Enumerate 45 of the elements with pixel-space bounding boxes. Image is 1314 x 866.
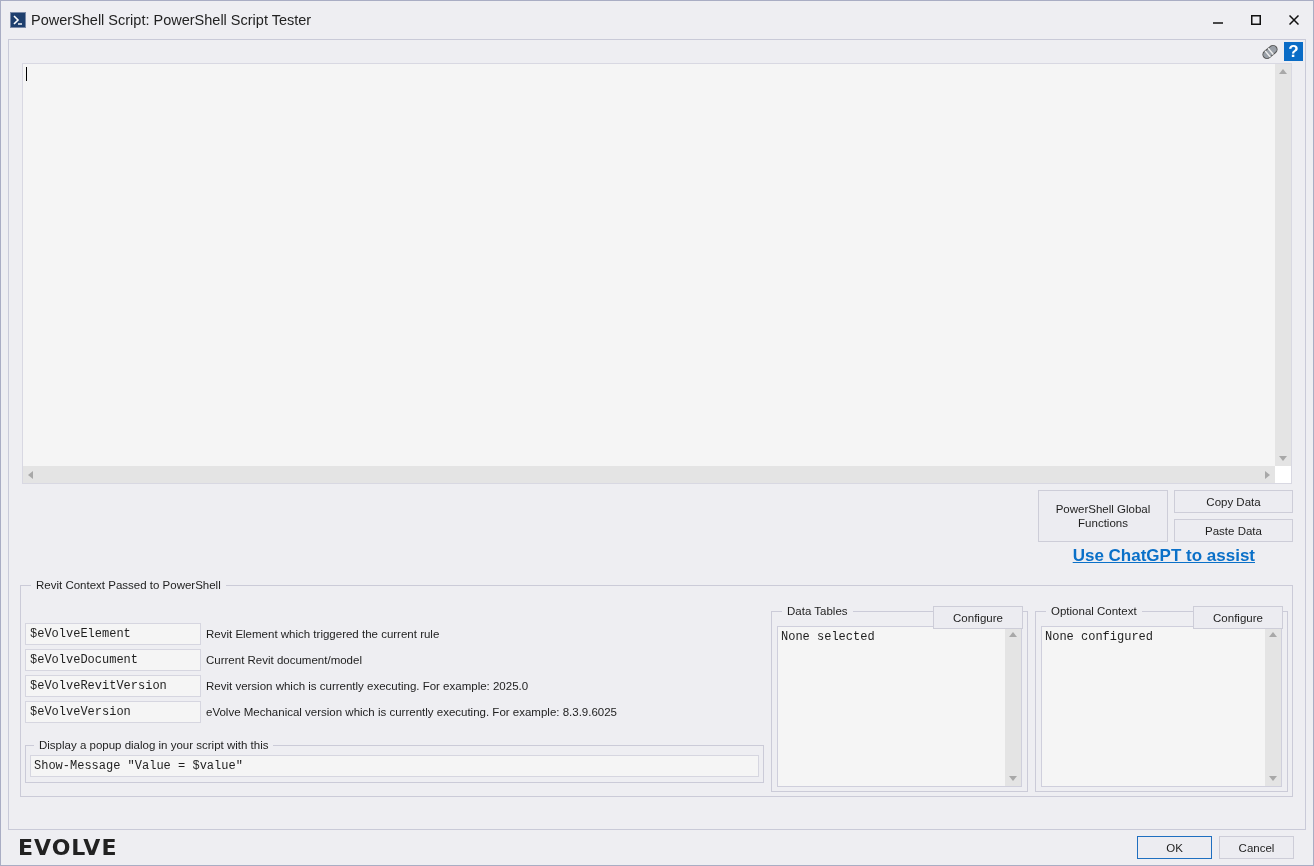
powershell-icon [10,12,26,28]
group-title: Data Tables [786,605,849,617]
list-box[interactable]: None selected [777,626,1022,787]
scroll-down-icon[interactable] [1269,776,1277,781]
paste-button[interactable]: Paste Data [1174,519,1293,542]
variable-field[interactable]: $eVolveDocument [25,649,201,671]
copy-button[interactable]: Copy Data [1174,490,1293,513]
variable-field[interactable]: $eVolveRevitVersion [25,675,201,697]
scroll-up-icon[interactable] [1009,632,1017,637]
group-title: Optional Context [1050,605,1138,617]
scroll-up-icon[interactable] [1279,69,1287,74]
variable-description: Revit Element which triggered the current rule [206,628,440,640]
variable-description: Revit version which is currently executing. For example: 2025.0 [206,680,529,692]
list-box[interactable]: None configured [1041,626,1282,787]
company-logo: EVOLVE [18,835,118,861]
window-title: PowerShell Script: PowerShell Script Tester [31,12,312,28]
vertical-scrollbar[interactable] [1005,627,1021,786]
variable-description: Current Revit document/model [206,654,362,666]
variable-field[interactable]: $eVolveVersion [25,701,201,723]
list-text: None selected [780,629,876,646]
variable-description: eVolve Mechanical version which is currently executing. For example: 8.3.9.6025 [206,706,618,718]
maximize-icon[interactable] [1251,15,1261,25]
group-title: Display a popup dialog in your script with this [38,739,270,751]
scroll-down-icon[interactable] [1009,776,1017,781]
help-button[interactable]: ? [1284,42,1303,61]
close-icon[interactable] [1289,15,1299,25]
functions-button[interactable]: PowerShell Global Functions [1038,490,1168,542]
dialog-button[interactable]: OK [1137,836,1212,860]
scroll-right-icon[interactable] [1265,470,1270,479]
scroll-left-icon[interactable] [28,470,33,479]
group-title: Revit Context Passed to PowerShell [35,579,222,591]
vertical-scrollbar[interactable] [1275,64,1291,466]
variable-field[interactable]: $eVolveElement [25,623,201,645]
list-text: None configured [1044,629,1155,646]
configure-button[interactable]: Configure [933,606,1023,629]
vertical-scrollbar[interactable] [1265,627,1281,786]
code-field[interactable]: Show-Message "Value = $value" [30,755,759,777]
assist-link[interactable]: Use ChatGPT to assist [1072,546,1255,570]
configure-button[interactable]: Configure [1193,606,1283,629]
scroll-down-icon[interactable] [1279,456,1287,461]
text-caret [26,67,27,81]
dialog-button[interactable]: Cancel [1219,836,1294,860]
scroll-up-icon[interactable] [1269,632,1277,637]
horizontal-scrollbar[interactable] [23,466,1275,483]
scrollbar-corner [1275,466,1291,483]
